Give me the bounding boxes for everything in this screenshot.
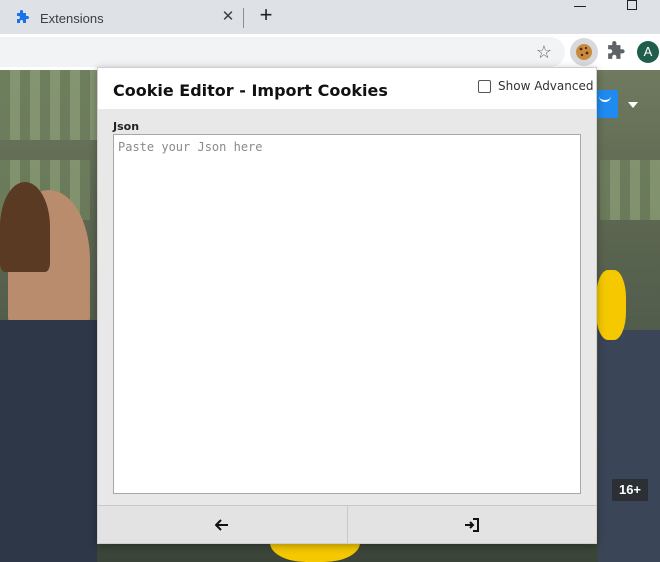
tab-extensions[interactable]: Extensions ✕	[0, 2, 244, 34]
extensions-puzzle-icon[interactable]	[604, 41, 626, 63]
browser-toolbar: ☆ A	[0, 34, 660, 70]
apron	[0, 320, 97, 562]
yellow-glove	[596, 270, 626, 340]
new-tab-button[interactable]: +	[255, 4, 277, 26]
show-advanced-toggle[interactable]: Show Advanced	[478, 79, 593, 93]
import-icon	[464, 517, 479, 532]
cookie-editor-extension-button[interactable]	[570, 38, 598, 66]
json-input[interactable]	[113, 134, 581, 494]
money-background	[0, 70, 110, 140]
bookmark-star-icon[interactable]: ☆	[534, 42, 554, 62]
popup-footer	[98, 505, 596, 543]
profile-avatar[interactable]: A	[637, 41, 659, 63]
minimize-icon[interactable]	[574, 6, 586, 7]
tab-separator	[243, 8, 244, 28]
address-bar[interactable]	[0, 37, 565, 67]
cookie-icon	[576, 44, 592, 60]
show-advanced-label: Show Advanced	[498, 79, 594, 93]
back-button[interactable]	[98, 506, 348, 543]
apron	[598, 330, 660, 562]
popup-header: Cookie Editor - Import Cookies Show Adva…	[98, 68, 596, 109]
json-label: Json	[113, 120, 140, 133]
chevron-down-icon[interactable]	[628, 102, 638, 108]
age-rating-badge: 16+	[612, 479, 648, 501]
arrow-left-icon	[215, 518, 229, 531]
site-logo-button[interactable]	[594, 90, 618, 118]
person-hair	[0, 182, 50, 272]
popup-title: Cookie Editor - Import Cookies	[113, 81, 388, 100]
cookie-editor-popup: Cookie Editor - Import Cookies Show Adva…	[97, 67, 597, 544]
close-tab-icon[interactable]: ✕	[219, 8, 237, 26]
puzzle-icon	[17, 10, 29, 23]
tab-strip: Extensions ✕ +	[0, 0, 660, 34]
import-button[interactable]	[347, 506, 596, 543]
show-advanced-checkbox[interactable]	[478, 79, 491, 93]
maximize-icon[interactable]	[627, 0, 637, 10]
tab-title: Extensions	[40, 11, 104, 26]
money-background	[600, 160, 660, 220]
